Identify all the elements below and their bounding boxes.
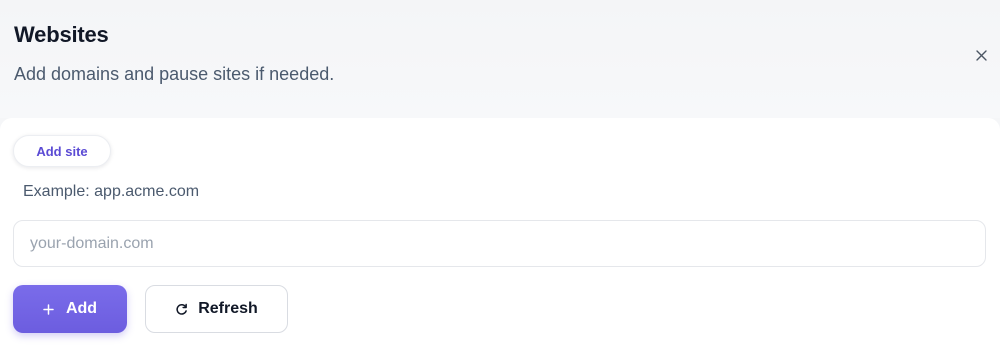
refresh-icon xyxy=(175,303,188,316)
refresh-button[interactable]: Refresh xyxy=(145,285,288,333)
add-button-label: Add xyxy=(65,300,98,317)
domain-hint: Example: app.acme.com xyxy=(23,183,200,200)
close-button[interactable] xyxy=(972,46,990,64)
page-title: Websites xyxy=(14,22,109,47)
dialog-header: Websites Add domains and pause sites if … xyxy=(0,0,1000,118)
page-subtitle: Add domains and pause sites if needed. xyxy=(14,64,335,84)
add-site-chip[interactable]: Add site xyxy=(13,135,111,167)
add-button[interactable]: Add xyxy=(13,285,127,333)
plus-icon xyxy=(43,303,54,315)
close-icon xyxy=(975,49,987,61)
domain-input[interactable] xyxy=(13,220,986,267)
refresh-button-label: Refresh xyxy=(198,300,258,317)
